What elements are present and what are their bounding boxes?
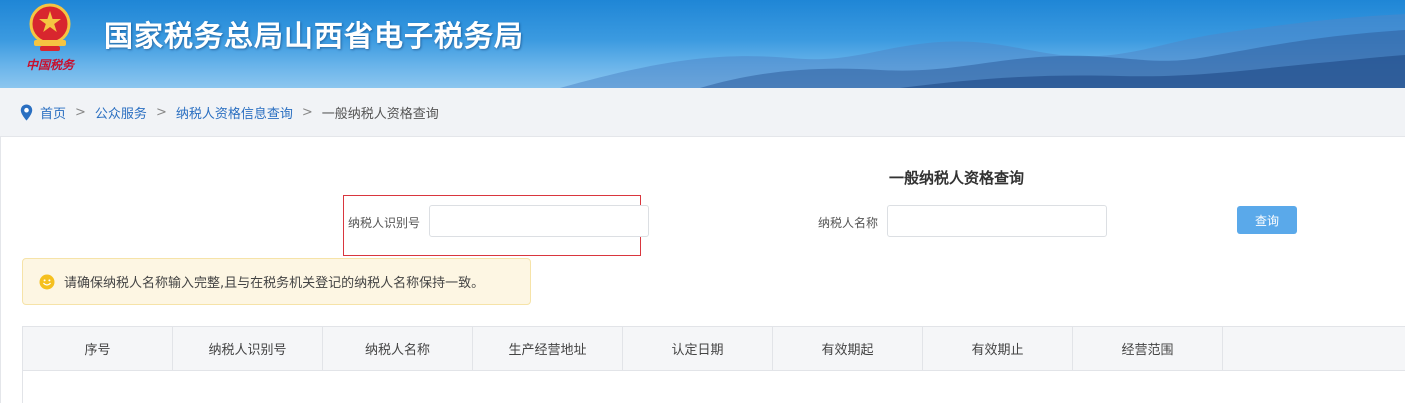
column-header-address: 生产经营地址 bbox=[473, 327, 623, 370]
site-header: 中国税务 国家税务总局山西省电子税务局 bbox=[0, 0, 1405, 88]
breadcrumb-separator: > bbox=[155, 104, 167, 120]
breadcrumb-home-link[interactable]: 首页 bbox=[40, 103, 66, 122]
smiley-icon bbox=[39, 274, 55, 289]
emblem-signature: 中国税务 bbox=[26, 58, 75, 72]
breadcrumb-current: 一般纳税人资格查询 bbox=[321, 106, 439, 122]
table-body bbox=[22, 371, 1405, 403]
breadcrumb-separator: > bbox=[301, 104, 313, 120]
notice-text: 请确保纳税人名称输入完整,且与在税务机关登记的纳税人名称保持一致。 bbox=[64, 276, 485, 291]
column-header-extra bbox=[1223, 327, 1405, 370]
results-table: 序号 纳税人识别号 纳税人名称 生产经营地址 认定日期 有效期起 有效期止 经营… bbox=[22, 326, 1405, 403]
column-header-valid-to: 有效期止 bbox=[923, 327, 1073, 370]
column-header-index: 序号 bbox=[23, 327, 173, 370]
site-title: 国家税务总局山西省电子税务局 bbox=[104, 19, 525, 53]
taxpayer-id-input[interactable] bbox=[429, 205, 649, 237]
column-header-taxpayer-id: 纳税人识别号 bbox=[173, 327, 323, 370]
breadcrumb: 首页 > 公众服务 > 纳税人资格信息查询 > 一般纳税人资格查询 bbox=[0, 88, 1405, 136]
breadcrumb-separator: > bbox=[75, 104, 86, 120]
breadcrumb-public-services-link[interactable]: 公众服务 bbox=[95, 103, 147, 122]
form-title: 一般纳税人资格查询 bbox=[889, 169, 1025, 187]
taxpayer-id-label: 纳税人识别号 bbox=[348, 216, 421, 230]
national-emblem-icon bbox=[29, 3, 71, 51]
query-button[interactable]: 查询 bbox=[1237, 206, 1297, 234]
column-header-valid-from: 有效期起 bbox=[773, 327, 923, 370]
taxpayer-name-label: 纳税人名称 bbox=[818, 216, 879, 230]
column-header-business-scope: 经营范围 bbox=[1073, 327, 1223, 370]
table-header: 序号 纳税人识别号 纳税人名称 生产经营地址 认定日期 有效期起 有效期止 经营… bbox=[22, 326, 1405, 371]
taxpayer-name-input[interactable] bbox=[887, 205, 1107, 237]
column-header-taxpayer-name: 纳税人名称 bbox=[323, 327, 473, 370]
location-pin-icon bbox=[20, 104, 33, 120]
query-panel: 一般纳税人资格查询 纳税人识别号 纳税人名称 查询 请确保纳税人名称输入完整,且… bbox=[0, 136, 1405, 403]
breadcrumb-qualification-query-link[interactable]: 纳税人资格信息查询 bbox=[176, 103, 293, 122]
notice-banner: 请确保纳税人名称输入完整,且与在税务机关登记的纳税人名称保持一致。 bbox=[22, 258, 531, 305]
column-header-recognition-date: 认定日期 bbox=[623, 327, 773, 370]
